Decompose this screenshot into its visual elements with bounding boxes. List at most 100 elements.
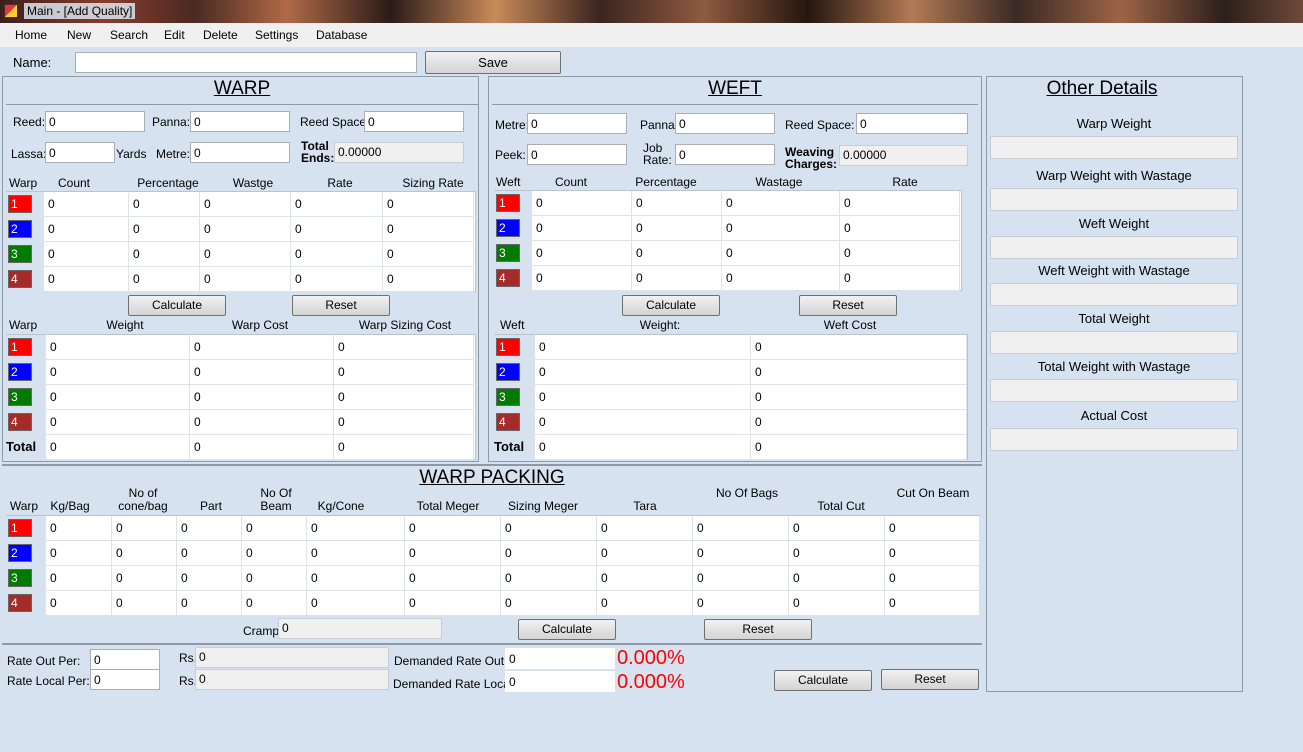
save-button[interactable]: Save (425, 51, 561, 74)
packing-r1-c10[interactable]: 0 (693, 516, 789, 541)
packing-r3-c5[interactable]: 0 (242, 566, 307, 591)
packing-r2-c2[interactable]: 0 (46, 541, 112, 566)
rate-out-input[interactable] (90, 649, 160, 670)
demanded-rate-local-input[interactable] (505, 671, 615, 692)
weft-rate-r4-c5[interactable]: 0 (840, 266, 960, 291)
warp-cost-r5-c2[interactable]: 0 (46, 435, 190, 460)
warp-metre-input[interactable] (190, 142, 290, 163)
warp-rate-r1-c5[interactable]: 0 (291, 192, 383, 217)
packing-r3-c4[interactable]: 0 (177, 566, 242, 591)
weft-cost-r1-c2[interactable]: 0 (535, 335, 751, 360)
warp-rate-r1-c6[interactable]: 0 (383, 192, 474, 217)
warp-cost-r1-c3[interactable]: 0 (190, 335, 334, 360)
weft-rate-r1-c3[interactable]: 0 (632, 191, 722, 216)
packing-r2-c3[interactable]: 0 (112, 541, 177, 566)
warp-panna-input[interactable] (190, 111, 290, 132)
weft-rate-r2-c2[interactable]: 0 (532, 216, 632, 241)
warp-rate-r3-c4[interactable]: 0 (200, 242, 291, 267)
packing-reset-button[interactable]: Reset (704, 619, 812, 640)
packing-r3-c7[interactable]: 0 (405, 566, 501, 591)
packing-r2-c11[interactable]: 0 (789, 541, 885, 566)
packing-r4-c2[interactable]: 0 (46, 591, 112, 616)
packing-r1-c2[interactable]: 0 (46, 516, 112, 541)
warp-lassa-input[interactable] (45, 142, 115, 163)
menu-home[interactable]: Home (15, 28, 47, 42)
warp-reed-input[interactable] (45, 111, 145, 132)
weft-cost-r2-c2[interactable]: 0 (535, 360, 751, 385)
weft-panna-input[interactable] (675, 113, 775, 134)
weft-cost-r4-c2[interactable]: 0 (535, 410, 751, 435)
weft-rate-r2-c4[interactable]: 0 (722, 216, 840, 241)
rates-reset-button[interactable]: Reset (881, 669, 979, 690)
warp-cost-r2-c3[interactable]: 0 (190, 360, 334, 385)
packing-r4-c6[interactable]: 0 (307, 591, 405, 616)
weft-job-rate-input[interactable] (675, 144, 775, 165)
packing-r3-c10[interactable]: 0 (693, 566, 789, 591)
packing-r4-c3[interactable]: 0 (112, 591, 177, 616)
packing-r4-c7[interactable]: 0 (405, 591, 501, 616)
weft-rate-r1-c4[interactable]: 0 (722, 191, 840, 216)
packing-r1-c7[interactable]: 0 (405, 516, 501, 541)
packing-r4-c4[interactable]: 0 (177, 591, 242, 616)
packing-r3-c9[interactable]: 0 (597, 566, 693, 591)
packing-r2-c9[interactable]: 0 (597, 541, 693, 566)
warp-cost-r1-c4[interactable]: 0 (334, 335, 474, 360)
packing-r1-c5[interactable]: 0 (242, 516, 307, 541)
weft-rate-r2-c5[interactable]: 0 (840, 216, 960, 241)
packing-r3-c3[interactable]: 0 (112, 566, 177, 591)
packing-r1-c11[interactable]: 0 (789, 516, 885, 541)
warp-rate-r3-c3[interactable]: 0 (129, 242, 200, 267)
packing-r3-c11[interactable]: 0 (789, 566, 885, 591)
packing-r3-c12[interactable]: 0 (885, 566, 980, 591)
warp-calculate-button[interactable]: Calculate (128, 295, 226, 316)
weft-cost-r5-c2[interactable]: 0 (535, 435, 751, 460)
weft-rate-r4-c2[interactable]: 0 (532, 266, 632, 291)
packing-r4-c10[interactable]: 0 (693, 591, 789, 616)
warp-cost-r4-c2[interactable]: 0 (46, 410, 190, 435)
packing-r2-c7[interactable]: 0 (405, 541, 501, 566)
menu-edit[interactable]: Edit (164, 28, 185, 42)
weft-cost-r5-c3[interactable]: 0 (751, 435, 967, 460)
weft-cost-r2-c3[interactable]: 0 (751, 360, 967, 385)
packing-r4-c9[interactable]: 0 (597, 591, 693, 616)
warp-cost-r3-c2[interactable]: 0 (46, 385, 190, 410)
warp-reset-button[interactable]: Reset (292, 295, 390, 316)
weft-rate-r3-c3[interactable]: 0 (632, 241, 722, 266)
weft-cost-r3-c3[interactable]: 0 (751, 385, 967, 410)
weft-cost-r4-c3[interactable]: 0 (751, 410, 967, 435)
packing-r1-c9[interactable]: 0 (597, 516, 693, 541)
menu-database[interactable]: Database (316, 28, 367, 42)
weft-metre-input[interactable] (527, 113, 627, 134)
warp-cost-r5-c3[interactable]: 0 (190, 435, 334, 460)
weft-reset-button[interactable]: Reset (799, 295, 897, 316)
warp-rate-r2-c5[interactable]: 0 (291, 217, 383, 242)
warp-rate-r2-c3[interactable]: 0 (129, 217, 200, 242)
warp-cost-r2-c4[interactable]: 0 (334, 360, 474, 385)
packing-r2-c4[interactable]: 0 (177, 541, 242, 566)
weft-rate-r3-c5[interactable]: 0 (840, 241, 960, 266)
warp-cost-r3-c3[interactable]: 0 (190, 385, 334, 410)
menu-search[interactable]: Search (110, 28, 148, 42)
packing-r1-c4[interactable]: 0 (177, 516, 242, 541)
weft-rate-r4-c4[interactable]: 0 (722, 266, 840, 291)
weft-rate-r2-c3[interactable]: 0 (632, 216, 722, 241)
packing-r1-c12[interactable]: 0 (885, 516, 980, 541)
packing-r2-c12[interactable]: 0 (885, 541, 980, 566)
weft-peek-input[interactable] (527, 144, 627, 165)
packing-r4-c12[interactable]: 0 (885, 591, 980, 616)
packing-r2-c8[interactable]: 0 (501, 541, 597, 566)
rate-local-input[interactable] (90, 669, 160, 690)
weft-rate-r4-c3[interactable]: 0 (632, 266, 722, 291)
demanded-rate-out-input[interactable] (505, 648, 615, 669)
menu-settings[interactable]: Settings (255, 28, 298, 42)
warp-reed-space-input[interactable] (364, 111, 464, 132)
warp-rate-r2-c4[interactable]: 0 (200, 217, 291, 242)
packing-r4-c11[interactable]: 0 (789, 591, 885, 616)
packing-r2-c5[interactable]: 0 (242, 541, 307, 566)
weft-rate-r1-c2[interactable]: 0 (532, 191, 632, 216)
warp-rate-r4-c4[interactable]: 0 (200, 267, 291, 292)
warp-cost-r1-c2[interactable]: 0 (46, 335, 190, 360)
warp-rate-r3-c6[interactable]: 0 (383, 242, 474, 267)
warp-rate-r1-c3[interactable]: 0 (129, 192, 200, 217)
packing-r1-c3[interactable]: 0 (112, 516, 177, 541)
